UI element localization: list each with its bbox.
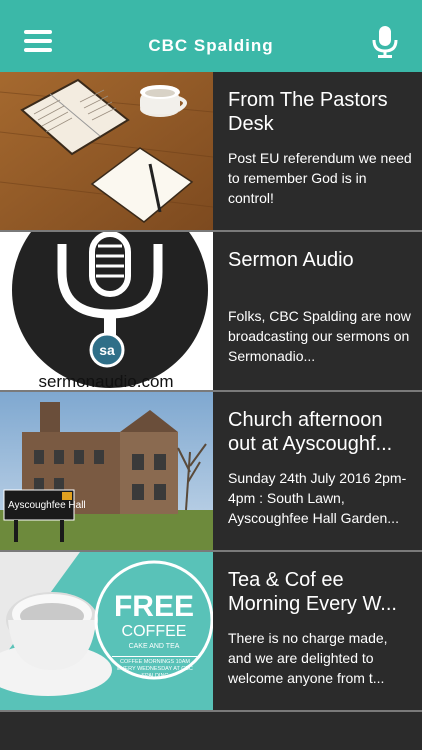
sermon-audio-logo-text: sermonaudio.com — [38, 372, 173, 390]
coffee-label: COFFEE — [122, 623, 187, 640]
feed-item-excerpt: Sunday 24th July 2016 2pm-4pm : South La… — [228, 470, 407, 526]
feed-item-text: From The Pastors Desk Post EU referendum… — [228, 88, 412, 208]
free-coffee-thumbnail: FREE COFFEE CAKE AND TEA COFFEE MORNINGS… — [0, 552, 213, 710]
ayscoughfee-hall-thumbnail: Ayscoughfee Hall — [0, 392, 213, 550]
feed-item-text: Sermon Audio Folks, CBC Spalding are now… — [228, 248, 412, 366]
sermon-audio-thumbnail: sa sermonaudio.com — [0, 232, 213, 390]
coffee-mornings-text: COFFEE MORNINGS 10AM EVERY WEDNESDAY AT … — [117, 659, 193, 679]
feed-item-headline[interactable]: Church afternoon out at Ayscoughf... — [228, 408, 412, 456]
news-feed: From The Pastors Desk Post EU referendum… — [0, 72, 422, 712]
free-label: FREE — [114, 590, 194, 623]
feed-item-headline[interactable]: Tea & Cof ee Morning Every W... — [228, 568, 412, 616]
feed-item-excerpt: Post EU referendum we need to remember G… — [228, 150, 412, 206]
sermon-audio-badge: sa — [99, 342, 115, 358]
microphone-icon[interactable] — [370, 26, 400, 58]
list-bottom-area — [0, 712, 422, 750]
feed-item-tea-coffee[interactable]: FREE COFFEE CAKE AND TEA COFFEE MORNINGS… — [0, 552, 422, 712]
feed-item-pastors-desk[interactable]: From The Pastors Desk Post EU referendum… — [0, 72, 422, 232]
app-header: CBC Spalding — [0, 0, 422, 72]
app-title: CBC Spalding — [148, 36, 274, 55]
feed-item-sermon-audio[interactable]: sa sermonaudio.com Sermon Audio Folks, C… — [0, 232, 422, 392]
feed-item-headline[interactable]: Sermon Audio — [228, 248, 412, 272]
feed-item-excerpt: Folks, CBC Spalding are now broadcasting… — [228, 308, 411, 364]
feed-item-church-afternoon[interactable]: Ayscoughfee Hall Church afternoon out at… — [0, 392, 422, 552]
feed-item-headline[interactable]: From The Pastors Desk — [228, 88, 412, 136]
feed-item-text: Church afternoon out at Ayscoughf... Sun… — [228, 408, 412, 528]
hall-sign-text: Ayscoughfee Hall — [8, 500, 86, 511]
feed-item-text: Tea & Cof ee Morning Every W... There is… — [228, 568, 412, 688]
bible-and-coffee-thumbnail — [0, 72, 213, 230]
cake-and-tea-label: CAKE AND TEA — [129, 643, 180, 650]
feed-item-excerpt: There is no charge made, and we are deli… — [228, 630, 388, 686]
